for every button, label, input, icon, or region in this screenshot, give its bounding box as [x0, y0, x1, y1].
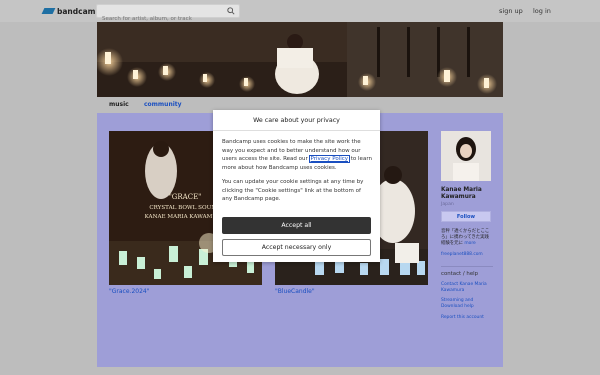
accept-all-button[interactable]: Accept all	[222, 217, 371, 234]
artist-photo-image	[441, 131, 491, 181]
cover-text-1: "GRACE"	[169, 193, 202, 201]
privacy-policy-link[interactable]: Privacy Policy	[308, 155, 351, 164]
accept-necessary-button[interactable]: Accept necessary only	[222, 239, 371, 256]
signup-link[interactable]: sign up	[499, 7, 523, 15]
artist-bio: 音秤「透くからだとこころ」に携わってきた実践経験を元に more	[441, 229, 493, 247]
contact-artist-link[interactable]: Contact Kanae Maria Kawamura	[441, 282, 493, 293]
cover-text-2: CRYSTAL BOWL SOUND	[149, 205, 221, 211]
artist-sidebar: Kanae Maria Kawamura Japan Follow 音秤「透くか…	[441, 131, 493, 321]
artist-photo[interactable]	[441, 131, 491, 181]
bandcamp-logo-icon	[41, 8, 56, 14]
tab-music[interactable]: music	[109, 101, 129, 108]
banner-image	[97, 22, 503, 97]
bandcamp-logo[interactable]: bandcamp	[41, 6, 101, 16]
search-icon[interactable]	[227, 7, 235, 15]
streaming-help-link[interactable]: Streaming and Download help	[441, 298, 493, 309]
top-bar: bandcamp sign up log in	[0, 0, 600, 25]
artist-name: Kanae Maria Kawamura	[441, 187, 482, 201]
artist-banner	[97, 22, 503, 97]
login-link[interactable]: log in	[533, 7, 551, 15]
bio-more-link[interactable]: more	[464, 241, 475, 246]
artist-website-link[interactable]: freeplanet888.com	[441, 252, 493, 258]
report-account-link[interactable]: Report this account	[441, 315, 493, 321]
contact-heading: contact / help	[441, 266, 493, 277]
logo-text: bandcamp	[57, 6, 101, 16]
tab-community[interactable]: community	[144, 101, 182, 108]
artist-location: Japan	[441, 202, 454, 208]
cookie-dialog-body: Bandcamp uses cookies to make the site w…	[213, 131, 380, 204]
cookie-consent-dialog: We care about your privacy Bandcamp uses…	[213, 110, 380, 262]
album-title-bluecandle[interactable]: "BlueCandle"	[275, 288, 315, 295]
cookie-dialog-title: We care about your privacy	[213, 110, 380, 131]
album-title-grace[interactable]: "Grace.2024"	[109, 288, 149, 295]
follow-button[interactable]: Follow	[441, 211, 491, 223]
cookie-paragraph-1: Bandcamp uses cookies to make the site w…	[222, 138, 372, 172]
search-box[interactable]	[96, 4, 240, 25]
cookie-paragraph-2: You can update your cookie settings at a…	[222, 179, 364, 203]
